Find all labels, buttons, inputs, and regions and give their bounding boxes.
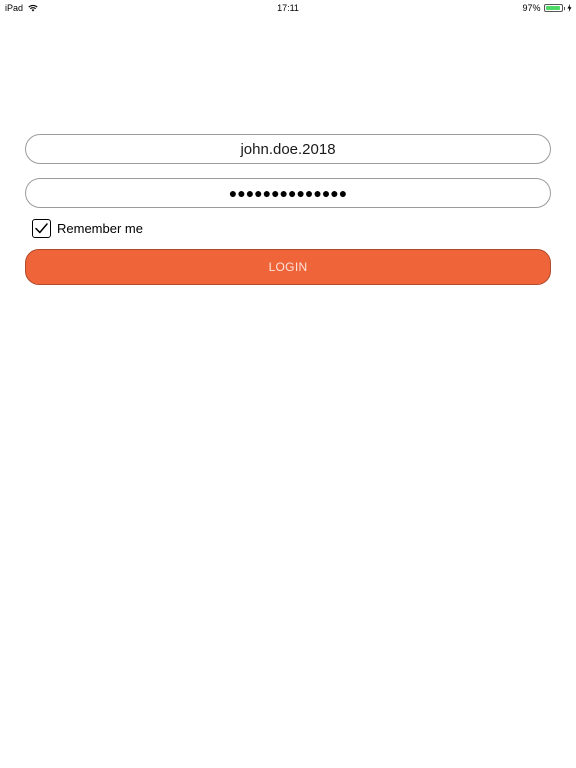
- username-field[interactable]: [25, 134, 551, 164]
- remember-me-row[interactable]: Remember me: [32, 218, 143, 239]
- checkmark-icon: [35, 223, 48, 234]
- remember-me-label: Remember me: [57, 221, 143, 236]
- password-field[interactable]: ●●●●●●●●●●●●●●: [25, 178, 551, 208]
- battery-fill: [545, 6, 561, 10]
- password-input[interactable]: ●●●●●●●●●●●●●●: [229, 185, 347, 201]
- remember-me-checkbox[interactable]: [32, 219, 51, 238]
- battery-icon: [543, 4, 563, 12]
- charging-bolt-icon: [567, 4, 572, 12]
- username-input[interactable]: [26, 140, 550, 158]
- status-right: 97%: [522, 0, 572, 16]
- battery-cap: [563, 6, 565, 10]
- status-time: 17:11: [277, 3, 299, 13]
- battery-percent: 97%: [522, 3, 541, 13]
- status-bar: iPad 17:11 97%: [0, 0, 576, 16]
- login-button[interactable]: LOGIN: [25, 249, 551, 285]
